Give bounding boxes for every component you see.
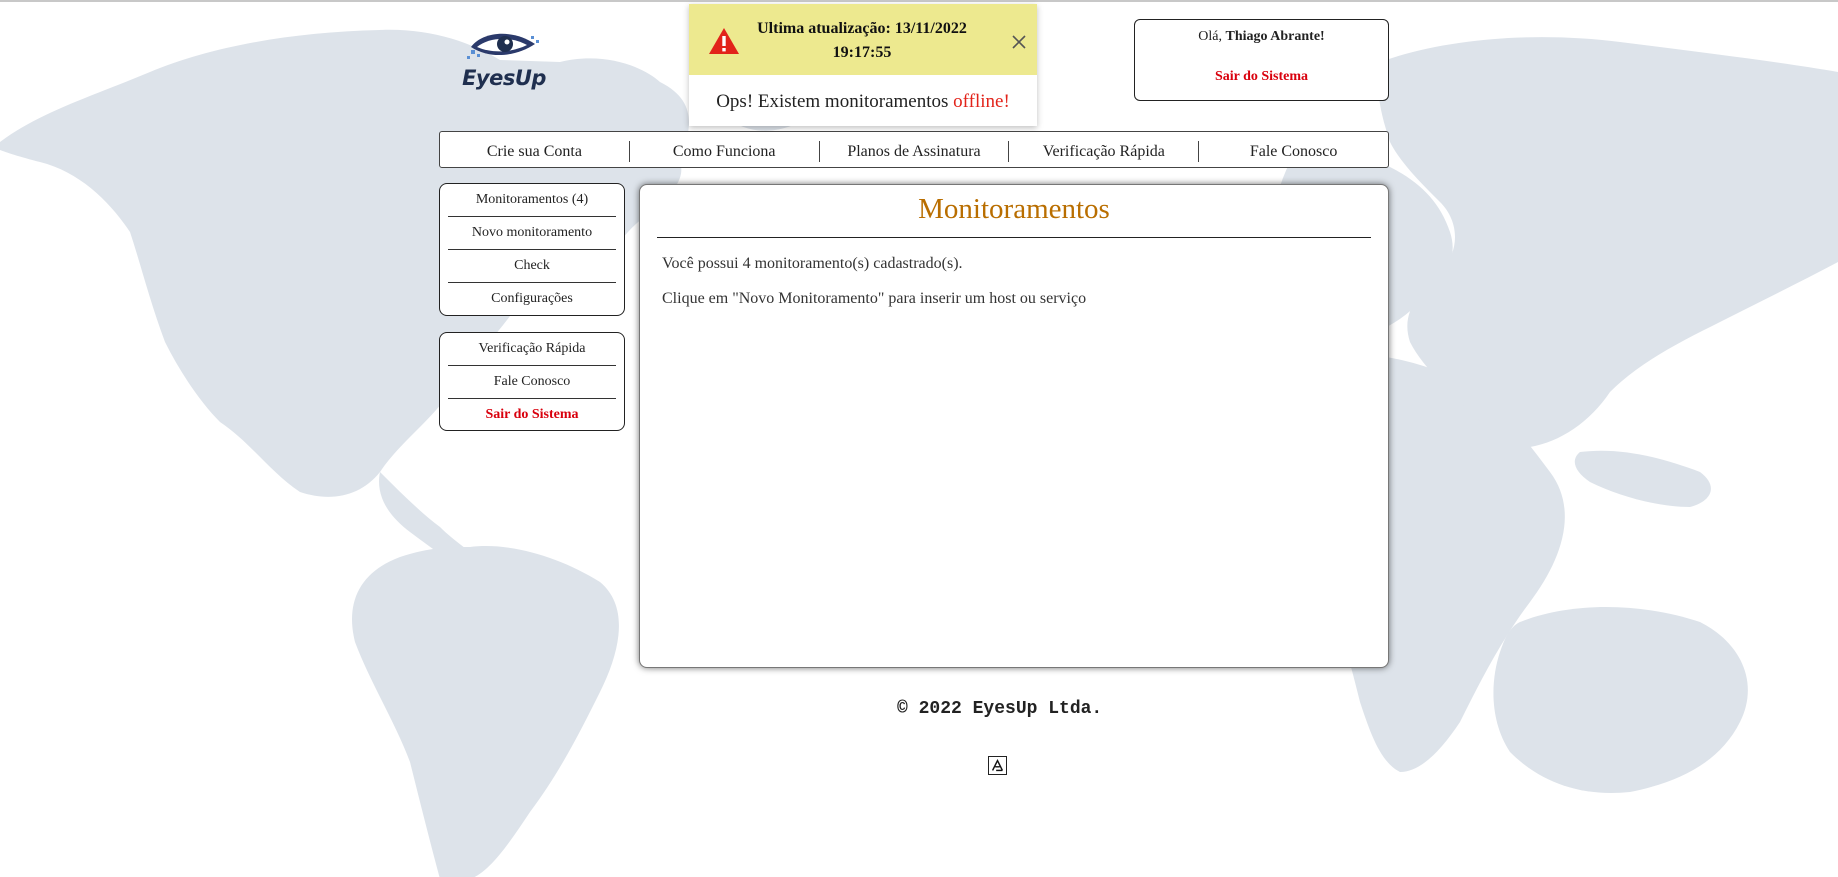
toast-title: Ultima atualização: 13/11/2022 19:17:55 bbox=[757, 20, 967, 61]
greeting-label: Olá, bbox=[1198, 29, 1226, 44]
sidebar-item-check[interactable]: Check bbox=[448, 250, 616, 283]
toast-message-text: Ops! Existem monitoramentos bbox=[716, 91, 954, 112]
user-name: Thiago Abrante! bbox=[1225, 29, 1325, 44]
side-menu-monitoring: Monitoramentos (4) Novo monitoramento Ch… bbox=[439, 183, 625, 316]
copyright: © 2022 EyesUp Ltda. bbox=[897, 699, 1103, 719]
nav-contact[interactable]: Fale Conosco bbox=[1198, 141, 1388, 162]
user-box: Olá, Thiago Abrante! Sair do Sistema bbox=[1134, 19, 1389, 101]
top-nav: Crie sua Conta Como Funciona Planos de A… bbox=[439, 131, 1389, 168]
warning-triangle-icon bbox=[709, 28, 739, 54]
nav-plans[interactable]: Planos de Assinatura bbox=[818, 141, 1009, 162]
user-greeting: Olá, Thiago Abrante! bbox=[1135, 29, 1388, 45]
monitoring-count-text: Você possui 4 monitoramento(s) cadastrad… bbox=[662, 255, 963, 272]
toast-message: Ops! Existem monitoramentos offline! bbox=[689, 75, 1037, 113]
sidebar-item-configuracoes[interactable]: Configurações bbox=[448, 283, 616, 316]
nav-create-account[interactable]: Crie sua Conta bbox=[440, 141, 629, 162]
nav-how-it-works[interactable]: Como Funciona bbox=[628, 141, 819, 162]
logout-link[interactable]: Sair do Sistema bbox=[1215, 69, 1308, 85]
toast-offline-text: offline! bbox=[953, 91, 1010, 112]
close-icon[interactable] bbox=[1007, 30, 1031, 54]
sidebar-item-monitoramentos[interactable]: Monitoramentos (4) bbox=[448, 184, 616, 217]
offline-toast: Ultima atualização: 13/11/2022 19:17:55 … bbox=[689, 4, 1037, 126]
eye-logo-icon bbox=[467, 33, 539, 59]
sidebar-item-verificacao-rapida[interactable]: Verificação Rápida bbox=[448, 333, 616, 366]
sidebar-item-fale-conosco[interactable]: Fale Conosco bbox=[448, 366, 616, 399]
toast-header: Ultima atualização: 13/11/2022 19:17:55 bbox=[689, 4, 1037, 75]
main-panel: Monitoramentos Você possui 4 monitoramen… bbox=[639, 184, 1389, 668]
sidebar-item-novo-monitoramento[interactable]: Novo monitoramento bbox=[448, 217, 616, 250]
monitoring-hint-text: Clique em "Novo Monitoramento" para inse… bbox=[662, 290, 1087, 307]
logo-text: EyesUp bbox=[462, 66, 546, 90]
side-menu-general: Verificação Rápida Fale Conosco Sair do … bbox=[439, 332, 625, 431]
accessibility-badge-icon[interactable] bbox=[988, 756, 1007, 775]
nav-quick-check[interactable]: Verificação Rápida bbox=[1008, 141, 1198, 162]
page-title: Monitoramentos bbox=[657, 185, 1371, 238]
sidebar-item-sair[interactable]: Sair do Sistema bbox=[448, 399, 616, 432]
eyesup-logo[interactable]: EyesUp bbox=[462, 26, 546, 98]
